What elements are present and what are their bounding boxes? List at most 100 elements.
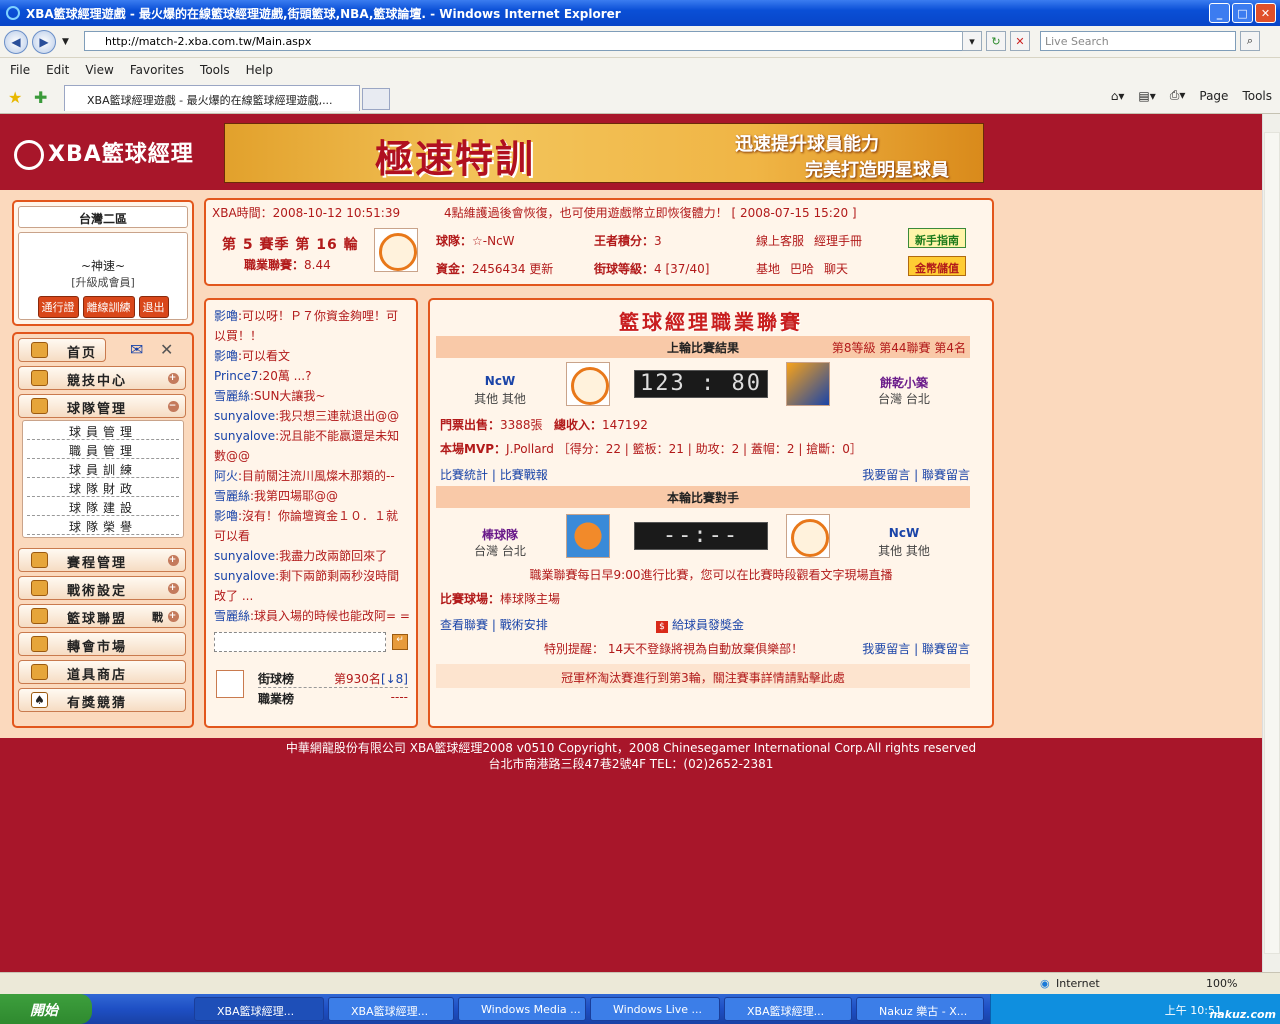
tab-active[interactable]: XBA籃球經理遊戲 - 最火爆的在線籃球經理遊戲,... (64, 85, 360, 111)
match-stats-link[interactable]: 比賽統計 (440, 468, 488, 482)
upgrade-member-link[interactable]: [升級成會員] (19, 274, 187, 290)
ie-logo-icon (6, 6, 20, 20)
subnav-honors[interactable]: 球隊榮譽 (27, 516, 179, 535)
taskbar-item[interactable]: XBA籃球經理... (328, 997, 454, 1021)
menu-file[interactable]: File (10, 63, 30, 77)
menu-edit[interactable]: Edit (46, 63, 69, 77)
league-message-link[interactable]: 聯賽留言 (922, 468, 970, 482)
next-away-name[interactable]: NcW (864, 526, 944, 540)
coin-topup-button[interactable]: 金幣儲值 (908, 256, 966, 276)
maintenance-notice[interactable]: 4點維護過後會恢復，也可使用遊戲幣立即恢復體力！ [ 2008-07-15 15… (444, 204, 857, 221)
chat-line: sunyalove:況且能不能贏還是未知數@@ (214, 429, 400, 463)
away-team-name[interactable]: 餅乾小築 (864, 374, 944, 391)
chat-input[interactable] (214, 632, 386, 652)
next-away-logo-icon[interactable] (786, 514, 830, 558)
nav-arena[interactable]: 競技中心 + (18, 366, 186, 390)
support-link[interactable]: 線上客服 (756, 232, 804, 249)
taskbar-item[interactable]: XBA籃球經理... (724, 997, 852, 1021)
site-logo[interactable]: XBA籃球經理 (14, 136, 194, 170)
view-league-link[interactable]: 查看聯賽 (440, 618, 488, 632)
stop-button[interactable]: ✕ (1010, 31, 1030, 51)
start-button[interactable]: 開始 (0, 994, 92, 1024)
nav-league[interactable]: 籃球聯盟戰 + (18, 604, 186, 628)
feeds-icon[interactable]: ▤▾ (1138, 89, 1155, 103)
search-input[interactable]: Live Search (1040, 31, 1236, 51)
next-home-name[interactable]: 棒球隊 (470, 526, 530, 543)
print-icon[interactable]: ⎙▾ (1170, 88, 1186, 103)
promo-banner[interactable]: 極速特訓 迅速提升球員能力 完美打造明星球員 (224, 123, 984, 183)
taskbar-item[interactable]: Windows Media ... (458, 997, 586, 1021)
pass-button[interactable]: 通行證 (37, 296, 79, 318)
vertical-scrollbar[interactable] (1262, 114, 1280, 972)
match-report-link[interactable]: 比賽戰報 (500, 468, 548, 482)
king-label: 王者積分： (594, 234, 655, 248)
menu-favorites[interactable]: Favorites (130, 63, 184, 77)
nav-shop[interactable]: 道具商店 (18, 660, 186, 684)
subnav-players[interactable]: 球員管理 (27, 421, 179, 440)
taskbar-item[interactable]: Windows Live ... (590, 997, 720, 1021)
logout-button[interactable]: 退出 (138, 296, 169, 318)
away-team-logo-icon[interactable] (786, 362, 830, 406)
chat-panel: 影嚕:可以呀！Ｐ７你資金夠哩！可以買！！ 影嚕:可以看文 Prince7:20萬… (204, 298, 418, 728)
home-team-name[interactable]: NcW (470, 374, 530, 388)
street-rank-label: 街球榜 (258, 672, 295, 686)
tools-icon[interactable]: ✕ (160, 340, 173, 359)
nav-home[interactable]: 首页 (18, 338, 106, 362)
subnav-training[interactable]: 球員訓練 (27, 459, 179, 478)
mail-icon[interactable]: ✉ (130, 340, 143, 359)
league-battle-tag: 戰 (152, 611, 163, 624)
nav-betting[interactable]: ♠ 有獎競猜 (18, 688, 186, 712)
page-menu[interactable]: Page (1199, 89, 1228, 103)
back-button[interactable]: ◀ (4, 29, 28, 54)
tools-menu[interactable]: Tools (1242, 89, 1272, 103)
league-icon (31, 608, 48, 624)
leave-message-link-2[interactable]: 我要留言 (862, 642, 910, 656)
history-dropdown-icon[interactable]: ▼ (62, 37, 69, 47)
nav-schedule[interactable]: 賽程管理 + (18, 548, 186, 572)
chat-link[interactable]: 聊天 (824, 260, 848, 277)
taskbar-item[interactable]: Nakuz 樂古 - X... (856, 997, 984, 1021)
cup-notice[interactable]: 冠軍杯淘汰賽進行到第3輪，關注賽事詳情請點擊此處 (436, 664, 970, 688)
menu-view[interactable]: View (85, 63, 113, 77)
maximize-button[interactable]: □ (1232, 3, 1253, 23)
baha-link[interactable]: 巴哈 (790, 260, 814, 277)
team-logo-icon[interactable] (374, 228, 418, 272)
next-home-logo-icon[interactable] (566, 514, 610, 558)
tactics-arrange-link[interactable]: 戰術安排 (500, 618, 548, 632)
taskbar-item[interactable]: XBA籃球經理... (194, 997, 324, 1021)
warn-label: 特別提醒： (544, 642, 605, 656)
chat-send-button[interactable]: ↵ (392, 634, 408, 650)
minimize-button[interactable]: _ (1209, 3, 1230, 23)
address-dropdown-button[interactable]: ▾ (962, 31, 982, 51)
nav-team[interactable]: 球隊管理 − (18, 394, 186, 418)
tickets-label: 門票出售： (440, 418, 501, 432)
search-button[interactable]: ⌕ (1240, 31, 1260, 51)
favorites-star-icon[interactable]: ★ (8, 88, 22, 107)
refresh-button[interactable]: ↻ (986, 31, 1006, 51)
zoom-control[interactable]: 100% (1206, 977, 1237, 990)
home-icon[interactable]: ⌂▾ (1111, 89, 1125, 103)
street-rank-value[interactable]: 第930名[↓8] (334, 670, 408, 687)
manual-link[interactable]: 經理手冊 (814, 232, 862, 249)
address-bar[interactable]: http://match-2.xba.com.tw/Main.aspx (84, 31, 978, 51)
add-favorite-icon[interactable]: ✚ (34, 88, 47, 107)
refresh-link[interactable]: 更新 (529, 262, 553, 276)
menu-help[interactable]: Help (246, 63, 273, 77)
league-message-link-2[interactable]: 聯賽留言 (922, 642, 970, 656)
subnav-facilities[interactable]: 球隊建設 (27, 497, 179, 516)
guide-button[interactable]: 新手指南 (908, 228, 966, 248)
next-home-region: 台灣 台北 (474, 544, 526, 558)
home-team-logo-icon[interactable] (566, 362, 610, 406)
subnav-finance[interactable]: 球隊財政 (27, 478, 179, 497)
leave-message-link[interactable]: 我要留言 (862, 468, 910, 482)
new-tab-button[interactable] (362, 88, 390, 110)
nav-tactics[interactable]: 戰術設定 + (18, 576, 186, 600)
offline-training-button[interactable]: 離線訓練 (82, 296, 135, 318)
nav-transfer[interactable]: 轉會市場 (18, 632, 186, 656)
bonus-link[interactable]: 給球員發獎金 (672, 618, 744, 632)
close-button[interactable]: ✕ (1255, 3, 1276, 23)
menu-tools[interactable]: Tools (200, 63, 230, 77)
subnav-staff[interactable]: 職員管理 (27, 440, 179, 459)
forward-button[interactable]: ▶ (32, 29, 56, 54)
base-link[interactable]: 基地 (756, 260, 780, 277)
